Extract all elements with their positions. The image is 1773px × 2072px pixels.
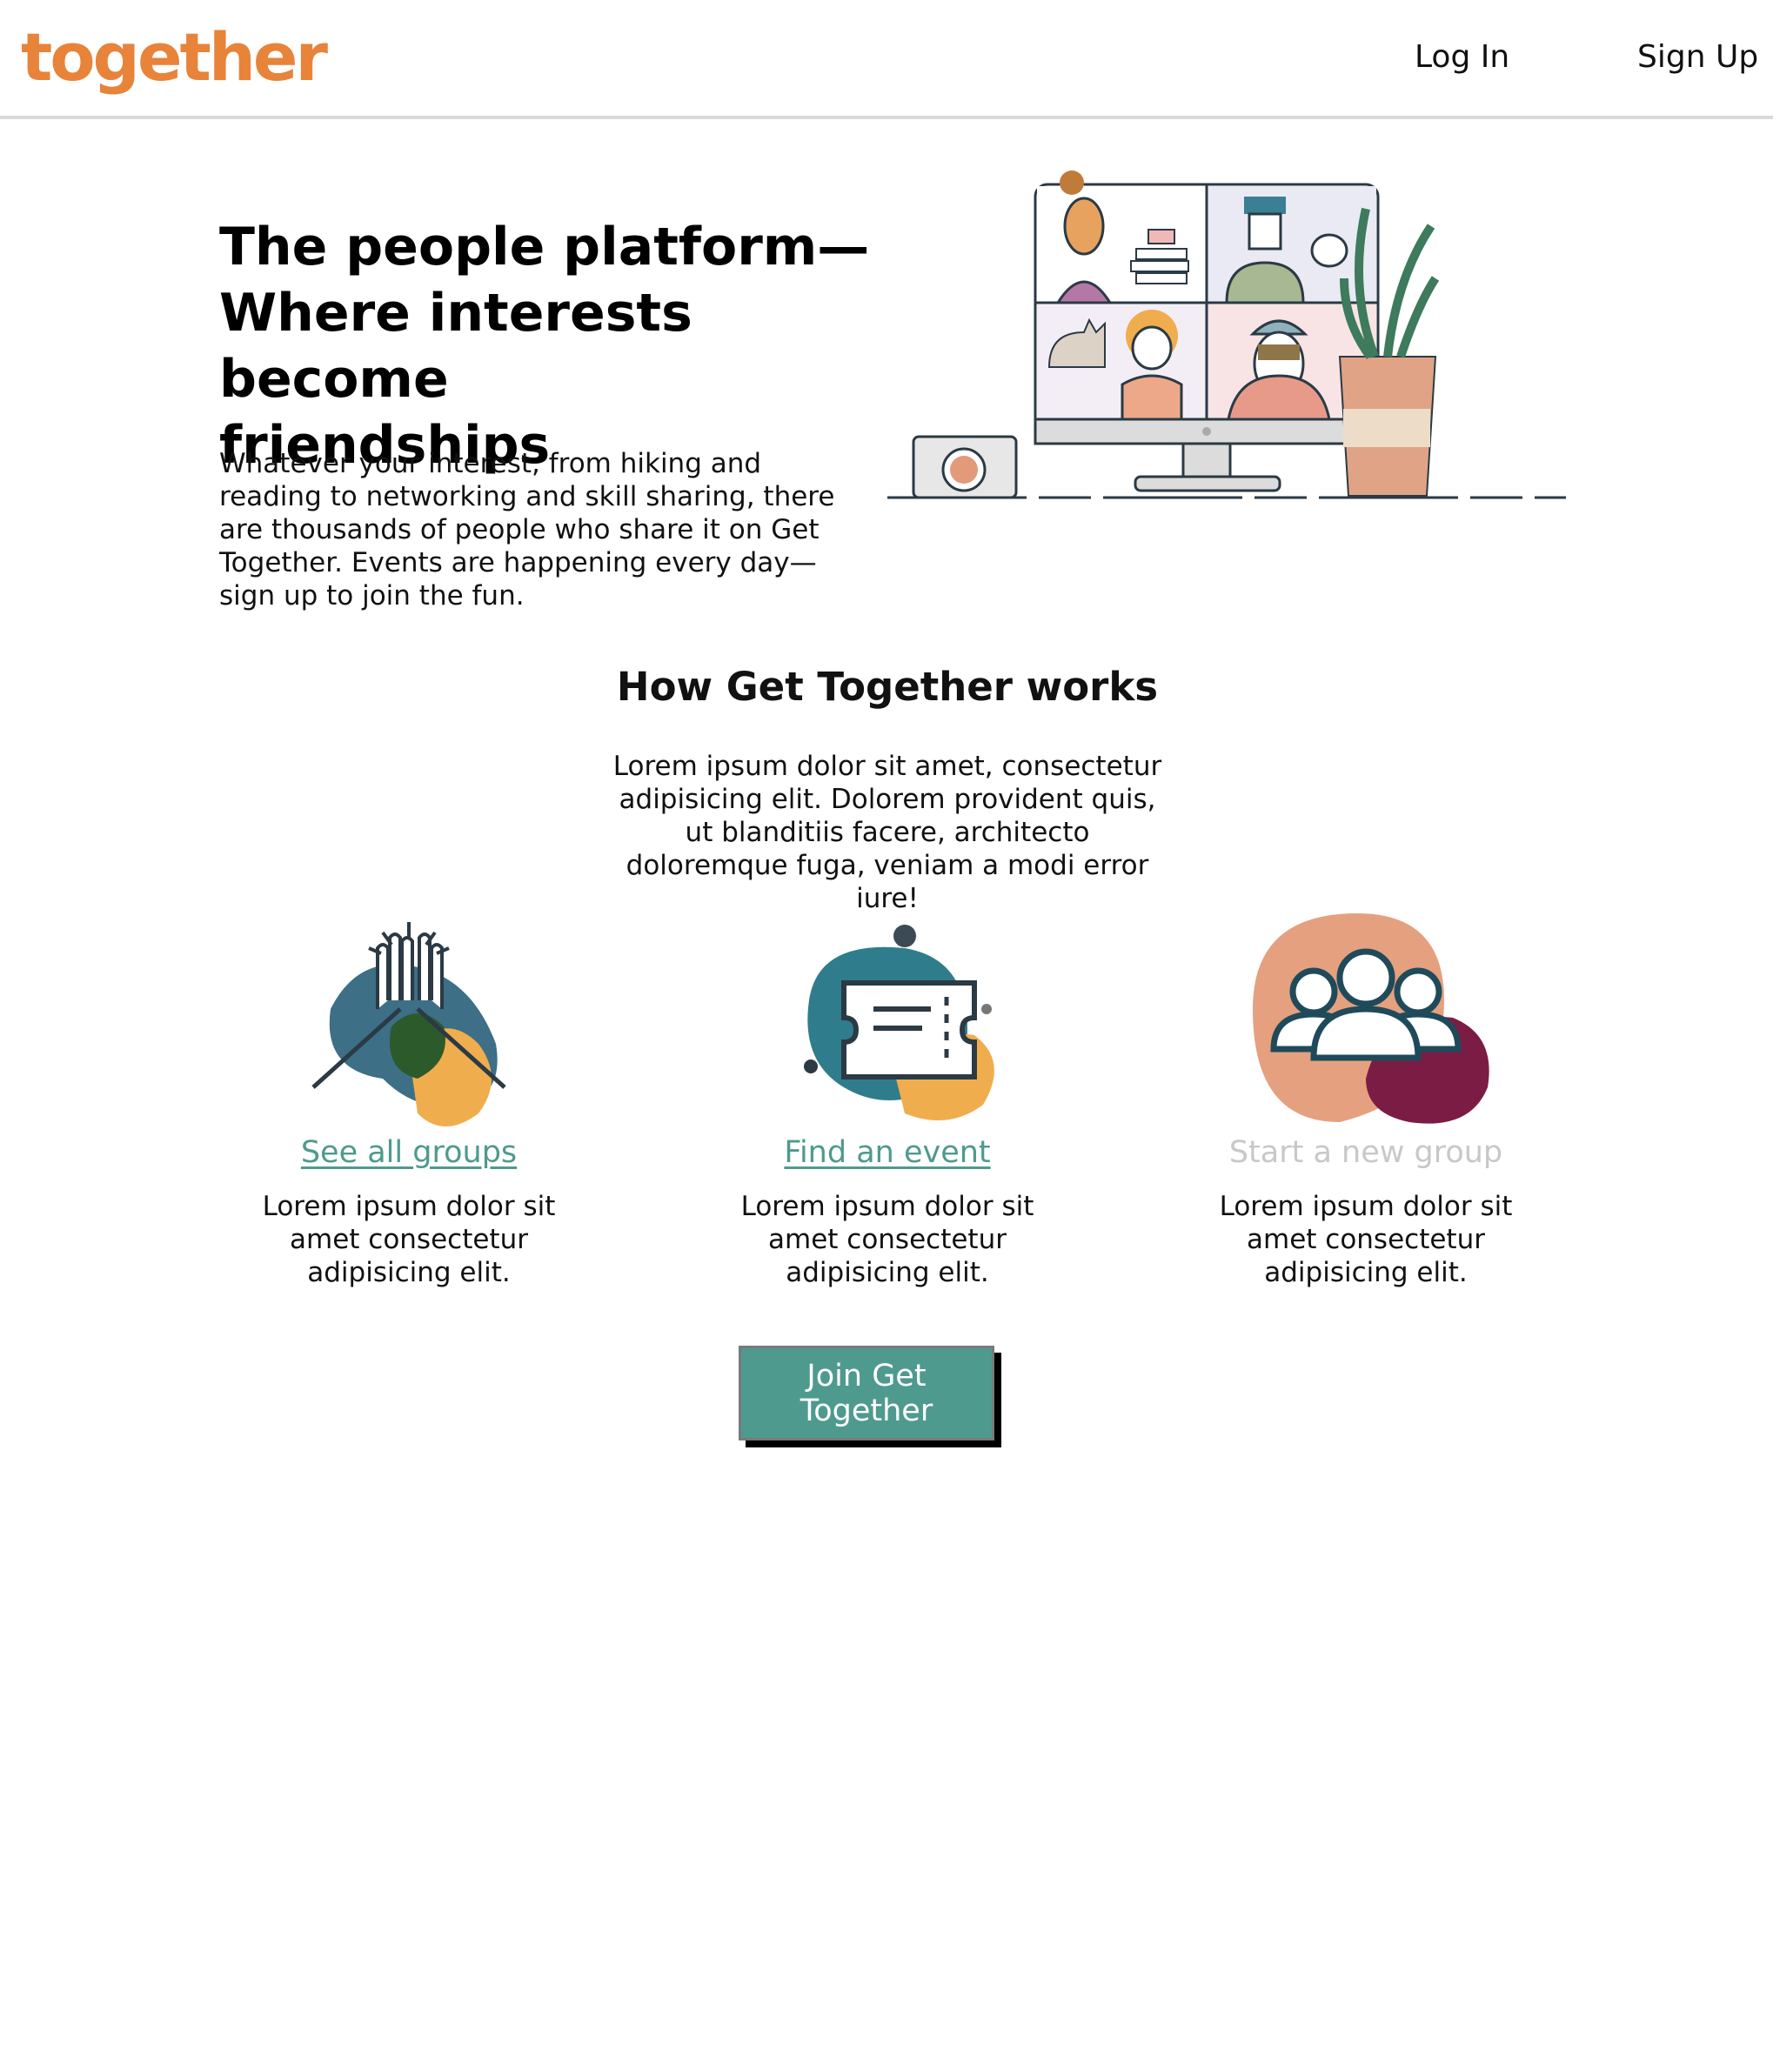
feature-find-event: Find an event Lorem ipsum dolor sit amet… (687, 913, 1087, 1289)
feature-description: Lorem ipsum dolor sit amet consectetur a… (740, 1191, 1034, 1288)
feature-see-groups: See all groups Lorem ipsum dolor sit ame… (209, 913, 609, 1289)
see-all-groups-link[interactable]: See all groups (209, 1131, 609, 1174)
feature-description: Lorem ipsum dolor sit amet consectetur a… (262, 1191, 556, 1288)
signup-link[interactable]: Sign Up (1637, 35, 1758, 80)
join-get-together-button[interactable]: Join Get Together (739, 1346, 994, 1440)
feature-start-group: Start a new group Lorem ipsum dolor sit … (1166, 905, 1566, 1289)
video-call-illustration (887, 170, 1566, 499)
find-an-event-link[interactable]: Find an event (687, 1131, 1087, 1174)
how-it-works-description: Lorem ipsum dolor sit amet, consectetur … (612, 751, 1162, 914)
how-it-works-title: How Get Together works (616, 664, 1159, 710)
top-navbar: together Log In Sign Up (0, 0, 1773, 119)
hero-title: The people platform— Where interests bec… (219, 214, 880, 478)
feature-description: Lorem ipsum dolor sit amet consectetur a… (1219, 1191, 1513, 1288)
login-link[interactable]: Log In (1415, 35, 1509, 80)
start-new-group-link[interactable]: Start a new group (1166, 1131, 1566, 1174)
high-five-icon (311, 922, 506, 1126)
ticket-icon (804, 925, 994, 1120)
together-logo[interactable]: together (21, 16, 328, 99)
hero-title-line: Where interests become (219, 283, 692, 410)
people-group-icon (1253, 913, 1489, 1124)
hero-description: Whatever your interest, from hiking and … (219, 448, 835, 612)
hero-title-line: The people platform— (219, 217, 870, 277)
